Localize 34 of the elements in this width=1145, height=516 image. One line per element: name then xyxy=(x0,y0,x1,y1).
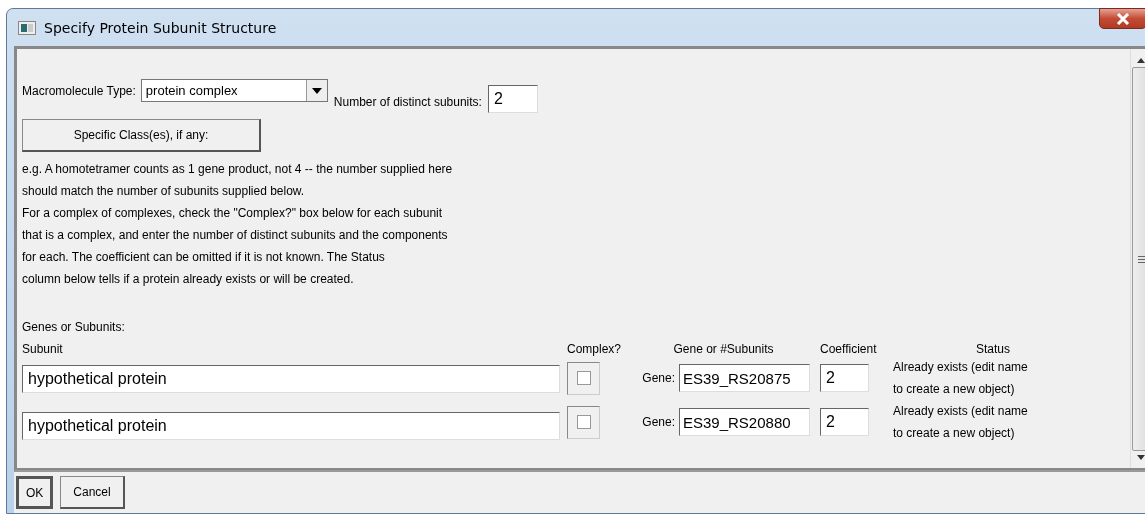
section-label: Genes or Subunits: xyxy=(22,320,126,334)
complex-checkbox[interactable] xyxy=(576,371,591,385)
field-label: Number of distinct subunits: xyxy=(333,95,482,109)
dropdown-arrow-icon xyxy=(311,87,322,94)
grip-icon xyxy=(1137,255,1145,263)
column-header: Coefficient xyxy=(820,342,877,356)
type-dropdown[interactable]: protein complex xyxy=(140,79,328,102)
scroll-down-icon xyxy=(1137,455,1145,460)
window-icon xyxy=(18,20,36,35)
gene-field[interactable]: ES39_RS20880 xyxy=(679,408,810,436)
gene-label: Gene: xyxy=(642,415,675,429)
field-label: Macromolecule Type: xyxy=(22,84,136,98)
ok-button[interactable]: OK xyxy=(16,476,54,509)
help-text: e.g. A homotetramer counts as 1 gene product, not 4 -- the number supplied here should match the number of subunits supplied below. For a complex of complexes, check the "Complex?" box below for each subunit that is a complex, and enter the number of distinct subunits and the components for each. The coefficient can be omitted if it is not known. The Status column below tells if a protein already exists or will be created. xyxy=(22,161,454,288)
subunit-count-field[interactable]: 2 xyxy=(487,85,538,113)
cancel-button[interactable]: Cancel xyxy=(60,476,125,509)
gene-field[interactable]: ES39_RS20875 xyxy=(679,364,810,392)
coefficient-field[interactable]: 2 xyxy=(820,364,869,392)
close-button[interactable] xyxy=(1099,8,1145,29)
subunit-field[interactable]: hypothetical protein xyxy=(22,412,560,440)
status-text: Already exists (edit name to create a new object) xyxy=(893,359,1029,398)
coefficient-field[interactable]: 2 xyxy=(820,408,869,436)
scroll-up-icon xyxy=(1137,58,1145,63)
gene-label: Gene: xyxy=(642,371,675,385)
specific-class-button[interactable]: Specific Class(es), if any: xyxy=(22,119,261,152)
close-icon xyxy=(1116,12,1130,25)
column-header: Gene or #Subunits xyxy=(673,342,774,356)
status-text: Already exists (edit name to create a new object) xyxy=(893,403,1029,442)
window-title: Specify Protein Subunit Structure xyxy=(44,19,277,36)
column-header: Complex? xyxy=(567,342,622,356)
subunit-field[interactable]: hypothetical protein xyxy=(22,364,560,393)
column-header: Status xyxy=(976,342,1010,356)
column-header: Subunit xyxy=(22,342,63,356)
complex-checkbox[interactable] xyxy=(576,415,591,429)
